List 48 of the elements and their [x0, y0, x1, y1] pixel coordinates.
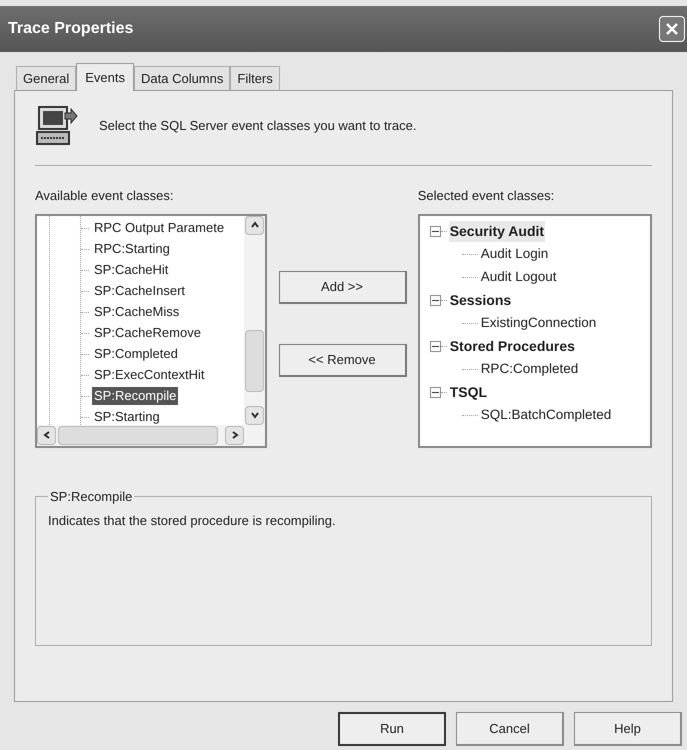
category-item[interactable]: Security Audit	[448, 220, 546, 242]
event-item[interactable]: RPC Output Paramete	[92, 219, 226, 237]
tab[interactable]: Data Columns	[134, 66, 230, 90]
remove-button[interactable]: << Remove	[278, 344, 407, 377]
dialog-button[interactable]: Run	[338, 712, 446, 746]
tab[interactable]: Events	[76, 63, 134, 91]
collapse-toggle[interactable]	[430, 386, 441, 398]
event-item[interactable]: SQL:BatchCompleted	[480, 404, 612, 426]
dialog-button[interactable]: Cancel	[456, 712, 564, 746]
computer-icon	[35, 105, 79, 147]
collapse-toggle[interactable]	[430, 294, 441, 306]
event-item[interactable]: SP:CacheMiss	[92, 303, 182, 321]
category-item[interactable]: TSQL	[448, 382, 488, 402]
event-item[interactable]: SP:ExecContextHit	[92, 366, 207, 384]
event-item[interactable]: SP:CacheHit	[92, 261, 170, 279]
event-item[interactable]: Audit Logout	[480, 266, 558, 288]
event-item[interactable]: ExistingConnection	[480, 312, 598, 334]
scroll-up-button[interactable]	[245, 216, 264, 234]
add-button[interactable]: Add >>	[278, 271, 407, 304]
event-item[interactable]: Audit Login	[480, 244, 550, 264]
event-item[interactable]: RPC:Starting	[92, 240, 172, 258]
scroll-down-button[interactable]	[245, 406, 264, 424]
event-item[interactable]: RPC:Completed	[480, 358, 580, 380]
vertical-scrollbar[interactable]	[244, 216, 266, 424]
scroll-thumb[interactable]	[58, 426, 218, 444]
event-item[interactable]: SP:Starting	[92, 408, 162, 424]
close-icon	[665, 22, 679, 36]
intro-text: Select the SQL Server event classes you want to trace.	[99, 117, 416, 136]
event-item[interactable]: SP:CacheRemove	[92, 324, 203, 342]
selected-label: Selected event classes:	[418, 187, 556, 205]
category-item[interactable]: Stored Procedures	[448, 336, 576, 356]
tab[interactable]: Filters	[230, 66, 280, 90]
tab[interactable]: General	[16, 66, 76, 90]
collapse-toggle[interactable]	[430, 340, 441, 352]
horizontal-scrollbar[interactable]	[37, 424, 266, 446]
scroll-right-button[interactable]	[225, 426, 244, 444]
category-item[interactable]: Sessions	[448, 290, 512, 310]
scroll-thumb[interactable]	[245, 330, 264, 392]
description-text: Indicates that the stored procedure is recompiling.	[48, 512, 337, 530]
window-title: Trace Properties	[8, 19, 134, 39]
event-item[interactable]: SP:Recompile	[92, 387, 178, 405]
collapse-toggle[interactable]	[430, 226, 441, 236]
event-item[interactable]: SP:CacheInsert	[92, 282, 188, 300]
scroll-left-button[interactable]	[37, 426, 56, 444]
event-item[interactable]: SP:Completed	[92, 345, 180, 363]
dialog-button[interactable]: Help	[574, 712, 682, 746]
close-button[interactable]	[659, 16, 685, 42]
available-label: Available event classes:	[35, 187, 175, 205]
